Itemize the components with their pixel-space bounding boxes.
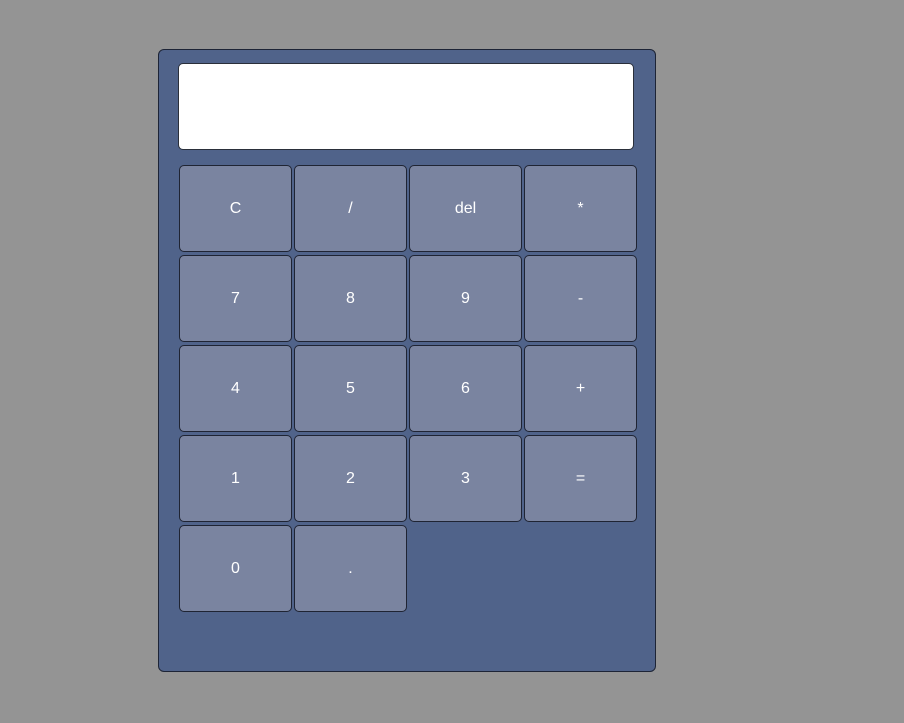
divide-button[interactable]: / — [294, 165, 407, 252]
multiply-button[interactable]: * — [524, 165, 637, 252]
digit-7-button[interactable]: 7 — [179, 255, 292, 342]
digit-0-button[interactable]: 0 — [179, 525, 292, 612]
digit-9-button[interactable]: 9 — [409, 255, 522, 342]
delete-button[interactable]: del — [409, 165, 522, 252]
digit-4-button[interactable]: 4 — [179, 345, 292, 432]
digit-6-button[interactable]: 6 — [409, 345, 522, 432]
digit-1-button[interactable]: 1 — [179, 435, 292, 522]
clear-button[interactable]: C — [179, 165, 292, 252]
digit-8-button[interactable]: 8 — [294, 255, 407, 342]
calculator: C / del * 7 8 9 - 4 5 6 + 1 2 3 = 0 . — [158, 49, 656, 672]
digit-5-button[interactable]: 5 — [294, 345, 407, 432]
equals-button[interactable]: = — [524, 435, 637, 522]
decimal-button[interactable]: . — [294, 525, 407, 612]
calculator-display[interactable] — [178, 63, 634, 150]
digit-3-button[interactable]: 3 — [409, 435, 522, 522]
add-button[interactable]: + — [524, 345, 637, 432]
subtract-button[interactable]: - — [524, 255, 637, 342]
keypad: C / del * 7 8 9 - 4 5 6 + 1 2 3 = 0 . — [179, 165, 637, 612]
digit-2-button[interactable]: 2 — [294, 435, 407, 522]
